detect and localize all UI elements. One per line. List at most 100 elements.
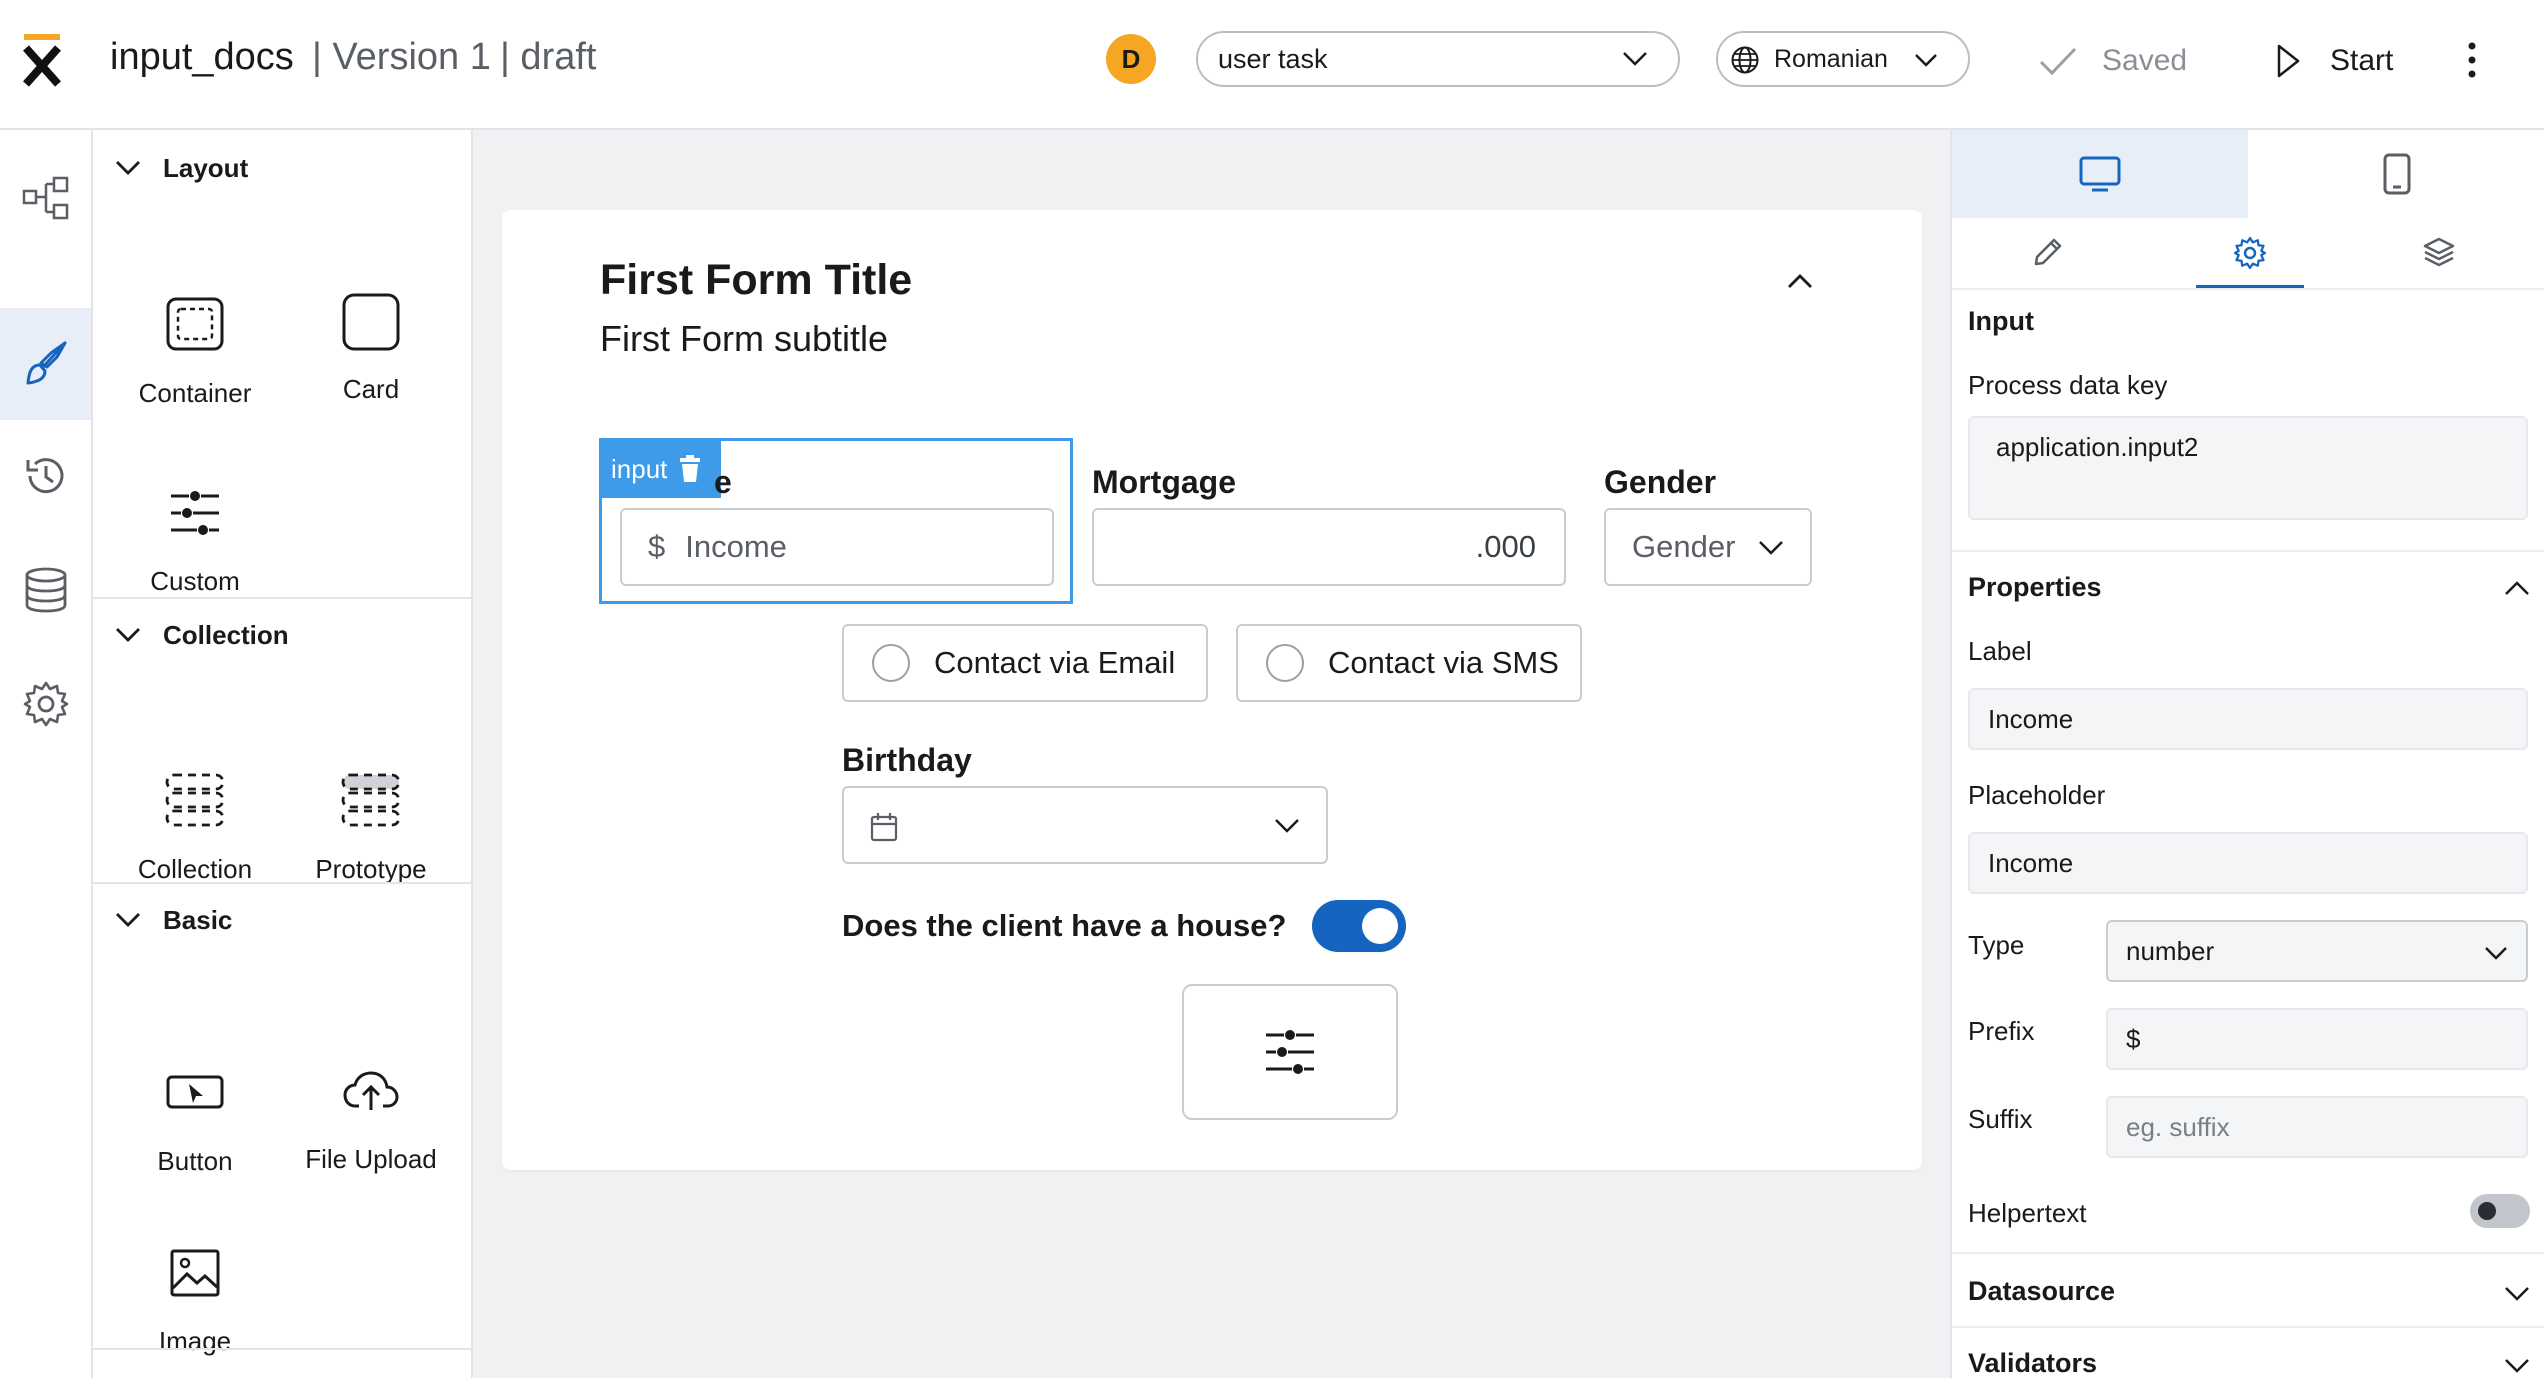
palette-item-container[interactable]: Container — [107, 270, 283, 420]
house-switch[interactable] — [1312, 900, 1406, 952]
desktop-icon — [2079, 156, 2121, 192]
tab-layers[interactable] — [2422, 236, 2456, 273]
palette-item-label: Custom — [150, 566, 240, 596]
check-icon — [2039, 47, 2077, 76]
section-layout[interactable]: Layout — [93, 133, 473, 203]
properties-title: Properties — [1968, 572, 2102, 602]
palette-item-collection[interactable]: Collection — [107, 746, 283, 896]
left-rail — [0, 130, 93, 1378]
selection-tag-label: input — [611, 453, 668, 484]
section-basic[interactable]: Basic — [93, 885, 473, 955]
trash-icon[interactable] — [679, 455, 701, 483]
process-key-input[interactable]: application.input2 — [1968, 416, 2528, 520]
radio-contact-email[interactable]: Contact via Email — [842, 624, 1208, 702]
rail-item-process[interactable] — [0, 142, 91, 254]
suffix-input[interactable]: eg. suffix — [2106, 1096, 2528, 1158]
cloud-upload-icon — [343, 1071, 399, 1110]
gender-select[interactable]: Gender — [1604, 508, 1812, 586]
language-value: Romanian — [1774, 44, 1888, 73]
history-icon — [26, 458, 63, 494]
chevron-down-icon — [2485, 947, 2507, 960]
type-select[interactable]: number — [2106, 920, 2528, 982]
prefix-value: $ — [2126, 1023, 2141, 1054]
language-select[interactable]: Romanian — [1716, 31, 1970, 87]
income-prefix: $ — [648, 529, 666, 564]
type-value: number — [2126, 935, 2215, 966]
section-title: Collection — [163, 619, 289, 650]
mobile-icon — [2383, 153, 2411, 195]
palette-item-prototype[interactable]: Prototype — [283, 746, 459, 896]
mortgage-input[interactable]: .000 — [1092, 508, 1566, 586]
palette-item-image[interactable]: Image — [107, 1216, 283, 1366]
start-button[interactable]: Start — [2276, 38, 2393, 84]
divider — [93, 882, 473, 884]
label-input[interactable]: Income — [1968, 688, 2528, 750]
divider — [93, 597, 473, 599]
tab-mobile[interactable] — [2248, 130, 2544, 218]
section-title: Layout — [163, 152, 249, 183]
label-value: Income — [1988, 703, 2074, 734]
chevron-down-icon — [1275, 819, 1299, 833]
chevron-down-icon[interactable] — [2504, 1358, 2530, 1374]
start-label: Start — [2330, 44, 2394, 77]
birthday-datepicker[interactable] — [842, 786, 1328, 864]
palette-item-label: Card — [342, 374, 400, 404]
radio-circle — [872, 644, 910, 682]
gender-label: Gender — [1604, 464, 1717, 500]
x-logo-icon[interactable] — [20, 34, 64, 88]
tab-settings[interactable] — [2196, 230, 2304, 288]
datasource-section[interactable]: Datasource — [1968, 1276, 2115, 1307]
palette-item-label: Button — [157, 1146, 233, 1176]
label-field-label: Label — [1968, 636, 2032, 666]
chevron-up-icon[interactable] — [1786, 272, 1814, 290]
calendar-icon — [870, 813, 898, 842]
palette-item-custom[interactable]: Custom — [107, 456, 283, 606]
gear-icon — [23, 681, 68, 727]
divider — [1952, 1252, 2544, 1254]
palette-item-label: Container — [138, 378, 252, 408]
birthday-label: Birthday — [842, 742, 972, 778]
section-title: Basic — [163, 904, 233, 935]
top-bar: input_docs | Version 1 | draft D user ta… — [0, 0, 2544, 130]
chevron-down-icon — [1623, 52, 1647, 66]
avatar[interactable]: D — [1106, 34, 1156, 84]
switch-knob — [1362, 908, 1398, 944]
chevron-down-icon — [116, 913, 140, 927]
component-palette: Layout Container Card Custom Collection … — [93, 130, 473, 1378]
card-icon — [342, 293, 400, 351]
validators-section[interactable]: Validators — [1968, 1348, 2097, 1378]
placeholder-input[interactable]: Income — [1968, 832, 2528, 894]
image-icon — [170, 1249, 220, 1297]
custom-component[interactable] — [1182, 984, 1398, 1120]
more-vert-icon[interactable] — [2462, 40, 2482, 80]
rail-item-history[interactable] — [0, 420, 91, 532]
tab-desktop[interactable] — [1952, 130, 2248, 218]
tab-edit[interactable] — [2032, 236, 2064, 273]
income-input[interactable]: $ Income — [620, 508, 1054, 586]
palette-item-button[interactable]: Button — [107, 1030, 283, 1180]
mortgage-value: .000 — [1475, 529, 1536, 564]
divider — [93, 1348, 473, 1350]
chevron-up-icon[interactable] — [2504, 580, 2530, 596]
form-title: First Form Title — [600, 256, 913, 304]
selection-tag: input — [601, 440, 721, 498]
rail-item-settings[interactable] — [0, 648, 91, 760]
radio-contact-sms[interactable]: Contact via SMS — [1236, 624, 1582, 702]
layers-icon — [2423, 237, 2455, 267]
rail-item-data[interactable] — [0, 534, 91, 646]
form-card[interactable]: First Form Title First Form subtitle inp… — [502, 210, 1922, 1170]
saved-indicator: Saved — [2038, 38, 2187, 84]
process-key-value: application.input2 — [1996, 432, 2199, 462]
brush-icon — [26, 341, 66, 385]
chevron-down-icon[interactable] — [2504, 1286, 2530, 1302]
helpertext-switch[interactable] — [2470, 1194, 2530, 1228]
section-collection[interactable]: Collection — [93, 600, 473, 670]
rail-item-design[interactable] — [0, 308, 91, 420]
task-select[interactable]: user task — [1196, 31, 1680, 87]
process-icon — [22, 176, 68, 220]
palette-item-card[interactable]: Card — [283, 270, 459, 420]
prefix-field-label: Prefix — [1968, 1016, 2035, 1046]
prefix-input[interactable]: $ — [2106, 1008, 2528, 1070]
palette-item-label: File Upload — [305, 1144, 437, 1174]
palette-item-file-upload[interactable]: File Upload — [283, 1030, 459, 1180]
